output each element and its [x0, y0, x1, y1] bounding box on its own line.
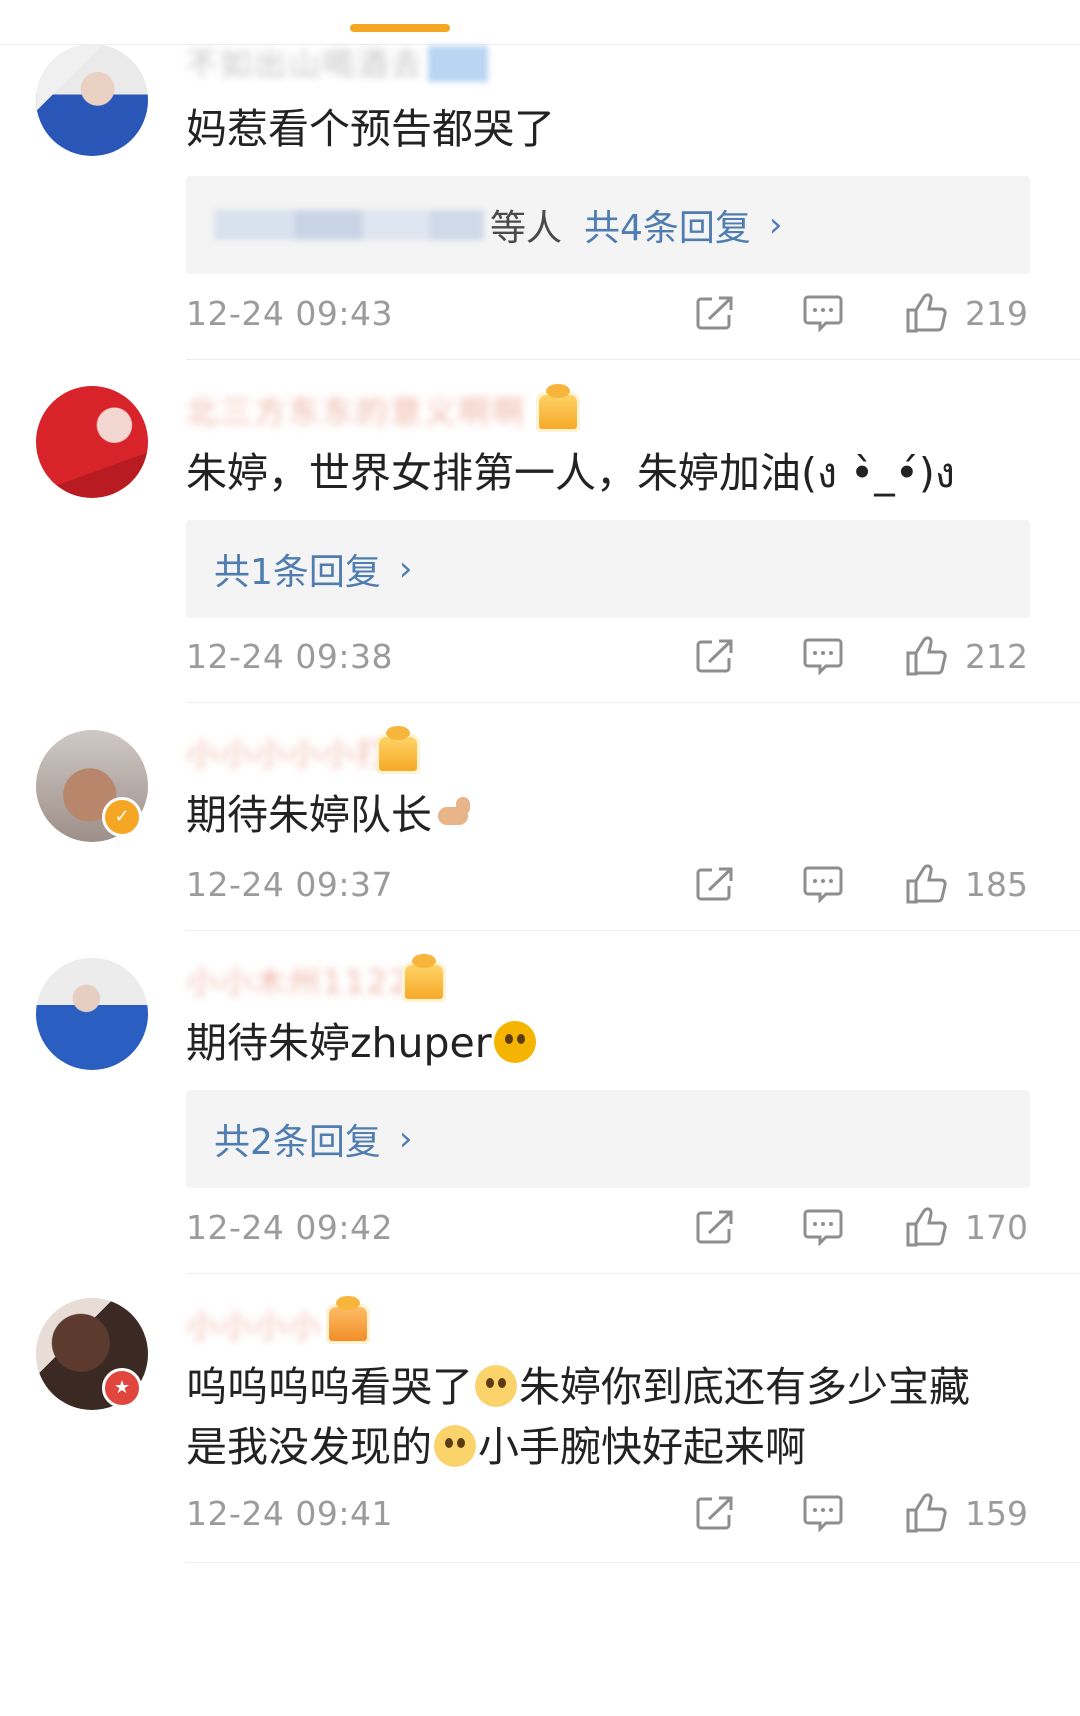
comment-icon: [803, 295, 843, 332]
share-button[interactable]: [695, 1209, 735, 1245]
comment-text: 是我没发现的 小手腕快好起来啊: [186, 1414, 1028, 1480]
timestamp: 12-24 09:41: [186, 1493, 393, 1533]
verified-badge-icon: ★: [102, 1368, 142, 1408]
share-button[interactable]: [695, 295, 735, 331]
comment-meta: 12-24 09:42 170: [186, 1202, 1028, 1252]
username[interactable]: 不如出山喝酒去: [186, 44, 424, 83]
chevron-right-icon: ›: [768, 205, 783, 245]
like-count: 212: [965, 636, 1028, 676]
like-icon: [906, 1207, 947, 1247]
comment-icon: [803, 1209, 843, 1246]
like-button[interactable]: 212: [905, 635, 1028, 677]
like-icon: [906, 1493, 947, 1533]
comment-meta: 12-24 09:37 185: [186, 859, 1028, 909]
comment-text: 期待朱婷zhuper: [186, 1010, 1028, 1076]
reply-summary[interactable]: 共2条回复 ›: [186, 1090, 1030, 1188]
like-icon: [906, 636, 947, 676]
comment-text-line2b: 小手腕快好起来啊: [478, 1423, 806, 1471]
vip-badge-icon: [536, 384, 580, 432]
chevron-right-icon: ›: [398, 549, 413, 589]
like-count: 170: [965, 1207, 1028, 1247]
comment-text-line2a: 是我没发现的: [186, 1423, 432, 1471]
comment-button[interactable]: [803, 637, 843, 675]
active-tab-indicator: [350, 24, 450, 32]
name-tag-blurred: [428, 46, 488, 82]
username[interactable]: 北三方东东的意义啊啊: [186, 392, 526, 431]
like-count: 219: [965, 293, 1028, 333]
timestamp: 12-24 09:37: [186, 864, 393, 904]
comment-icon: [803, 638, 843, 675]
comment-icon: [803, 1495, 843, 1532]
divider: [186, 1273, 1080, 1274]
comment-meta: 12-24 09:43 219: [186, 288, 1028, 338]
share-button[interactable]: [695, 1495, 735, 1531]
comment-text-line1: 呜呜呜呜看哭了: [186, 1363, 473, 1411]
vip-badge-icon: [376, 726, 420, 774]
reply-usernames-blurred: [214, 210, 484, 240]
username[interactable]: 小小小小: [186, 1306, 322, 1345]
avatar[interactable]: [36, 958, 148, 1070]
vip-badge-icon: [402, 954, 446, 1002]
chevron-right-icon: ›: [398, 1119, 413, 1159]
scream-emoji-icon: [493, 1021, 536, 1063]
timestamp: 12-24 09:38: [186, 636, 393, 676]
sad-emoji-icon: [475, 1365, 517, 1407]
like-button[interactable]: 219: [905, 292, 1028, 334]
comment-text: 妈惹看个预告都哭了: [186, 105, 555, 153]
comment-text-content: 期待朱婷队长: [186, 791, 432, 839]
like-count: 159: [965, 1493, 1028, 1533]
top-divider: [0, 44, 1080, 45]
share-icon: [696, 1496, 733, 1530]
comment-text-line1b: 朱婷你到底还有多少宝藏: [519, 1363, 970, 1411]
share-button[interactable]: [695, 638, 735, 674]
share-icon: [696, 639, 733, 673]
timestamp: 12-24 09:42: [186, 1207, 393, 1247]
username[interactable]: 小小小小小打: [186, 734, 390, 773]
username[interactable]: 小小木州1122: [186, 962, 411, 1001]
like-button[interactable]: 159: [905, 1492, 1028, 1534]
comment-button[interactable]: [803, 1494, 843, 1532]
comment-button[interactable]: [803, 294, 843, 332]
comment-text: 期待朱婷队长: [186, 782, 1028, 848]
like-icon: [906, 864, 947, 904]
comment-text: 朱婷，世界女排第一人，朱婷加油(ง •̀_•́)ง: [186, 449, 955, 497]
reply-count-link[interactable]: 共4条回复: [584, 199, 751, 251]
reply-prefix: 等人: [490, 208, 563, 249]
comment-meta: 12-24 09:38 212: [186, 631, 1028, 681]
share-button[interactable]: [695, 866, 735, 902]
divider: [186, 1562, 1080, 1563]
like-button[interactable]: 185: [905, 863, 1028, 905]
share-icon: [696, 1210, 733, 1244]
reply-count-link[interactable]: 共2条回复: [214, 1113, 381, 1165]
comment-icon: [803, 866, 843, 903]
sad-emoji-icon: [434, 1425, 476, 1467]
avatar[interactable]: [36, 386, 148, 498]
divider: [186, 359, 1080, 360]
muscle-emoji-icon: [434, 793, 476, 835]
like-count: 185: [965, 864, 1028, 904]
comment-text: 呜呜呜呜看哭了 朱婷你到底还有多少宝藏: [186, 1354, 1028, 1420]
divider: [186, 930, 1080, 931]
comment-meta: 12-24 09:41 159: [186, 1488, 1028, 1538]
comment-text-content: 期待朱婷zhuper: [186, 1019, 492, 1067]
reply-summary[interactable]: 共1条回复 ›: [186, 520, 1030, 618]
share-icon: [696, 296, 733, 330]
like-icon: [906, 293, 947, 333]
vip-badge-icon: [326, 1296, 370, 1344]
avatar[interactable]: [36, 44, 148, 156]
divider: [186, 702, 1080, 703]
share-icon: [696, 867, 733, 901]
timestamp: 12-24 09:43: [186, 293, 393, 333]
comment-button[interactable]: [803, 1208, 843, 1246]
reply-count-link[interactable]: 共1条回复: [214, 543, 381, 595]
like-button[interactable]: 170: [905, 1206, 1028, 1248]
verified-badge-icon: ✓: [102, 797, 142, 837]
reply-summary[interactable]: 等人 共4条回复 ›: [186, 176, 1030, 274]
comment-button[interactable]: [803, 865, 843, 903]
